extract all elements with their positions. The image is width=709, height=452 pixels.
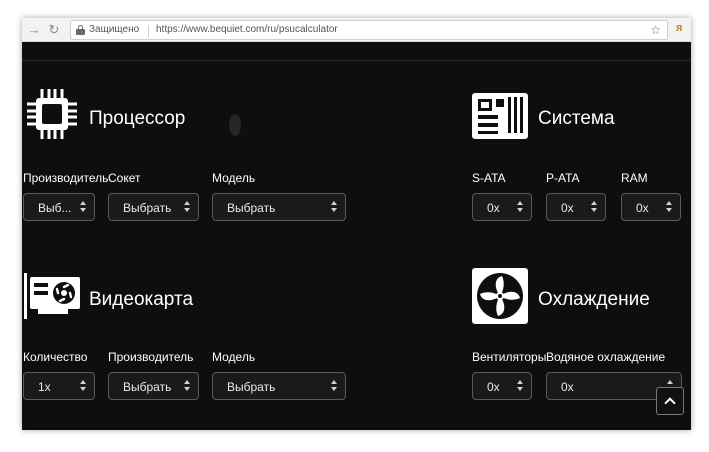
omnibox-separator — [148, 25, 149, 37]
select-arrows-icon — [591, 200, 598, 214]
graphics-card-icon — [24, 273, 80, 319]
select-arrows-icon — [184, 200, 191, 214]
fans-select[interactable]: 0x — [472, 372, 532, 400]
cooling-section-title: Охлаждение — [538, 289, 650, 310]
sata-select[interactable]: 0x — [472, 193, 532, 221]
system-section-title: Система — [538, 108, 615, 129]
url-text[interactable]: https://www.bequiet.com/ru/psucalculator — [156, 24, 338, 35]
select-value: 1x — [38, 380, 51, 394]
select-arrows-icon — [331, 379, 338, 393]
gpu-model-select[interactable]: Выбрать — [212, 372, 346, 400]
cpu-manufacturer-select[interactable]: Выб... — [23, 193, 95, 221]
decorative-shape — [229, 114, 241, 136]
select-value: Выбрать — [123, 380, 172, 394]
star-icon[interactable]: ☆ — [650, 23, 661, 37]
cpu-model-select[interactable]: Выбрать — [212, 193, 346, 221]
arrow-left-icon[interactable]: → — [26, 22, 42, 38]
select-value: 0x — [487, 201, 500, 215]
pata-select[interactable]: 0x — [546, 193, 606, 221]
lock-icon — [76, 25, 85, 35]
select-value: 0x — [561, 380, 574, 394]
select-arrows-icon — [80, 200, 87, 214]
address-bar[interactable]: Защищено https://www.bequiet.com/ru/psuc… — [70, 20, 668, 40]
ram-label: RAM — [621, 171, 648, 185]
select-arrows-icon — [517, 200, 524, 214]
motherboard-icon — [472, 93, 528, 139]
cpu-socket-label: Сокет — [108, 171, 141, 185]
gpu-count-select[interactable]: 1x — [23, 372, 95, 400]
water-cooling-label: Водяное охлаждение — [546, 350, 666, 364]
gpu-manufacturer-label: Производитель — [108, 350, 194, 364]
select-arrows-icon — [666, 200, 673, 214]
gpu-section-title: Видеокарта — [89, 289, 194, 310]
secure-label: Защищено — [89, 24, 140, 35]
select-arrows-icon — [80, 379, 87, 393]
ram-select[interactable]: 0x — [621, 193, 681, 221]
select-value: Выбрать — [123, 201, 172, 215]
select-arrows-icon — [331, 200, 338, 214]
chevron-up-icon — [664, 397, 676, 409]
gpu-model-label: Модель — [212, 350, 256, 364]
select-value: 0x — [561, 201, 574, 215]
cpu-section-title: Процессор — [89, 108, 186, 129]
select-value: Выб... — [38, 201, 72, 215]
cpu-manufacturer-label: Производитель — [23, 171, 109, 185]
cpu-icon — [27, 89, 77, 139]
select-value: Выбрать — [227, 380, 276, 394]
sata-label: S-ATA — [472, 171, 506, 185]
cpu-model-label: Модель — [212, 171, 256, 185]
browser-toolbar: → ↻ Защищено https://www.bequiet.com/ru/… — [22, 18, 691, 42]
cpu-socket-select[interactable]: Выбрать — [108, 193, 199, 221]
extension-icon[interactable]: я — [676, 22, 682, 34]
reload-icon[interactable]: ↻ — [46, 22, 62, 38]
fans-label: Вентиляторы — [472, 350, 547, 364]
gpu-count-label: Количество — [23, 350, 88, 364]
select-value: 0x — [636, 201, 649, 215]
gpu-manufacturer-select[interactable]: Выбрать — [108, 372, 199, 400]
header-divider — [22, 60, 691, 61]
browser-window: → ↻ Защищено https://www.bequiet.com/ru/… — [22, 18, 691, 430]
select-arrows-icon — [517, 379, 524, 393]
select-arrows-icon — [184, 379, 191, 393]
fan-icon — [472, 268, 528, 324]
select-value: 0x — [487, 380, 500, 394]
select-value: Выбрать — [227, 201, 276, 215]
scroll-to-top-button[interactable] — [656, 387, 684, 415]
pata-label: P-ATA — [546, 171, 580, 185]
